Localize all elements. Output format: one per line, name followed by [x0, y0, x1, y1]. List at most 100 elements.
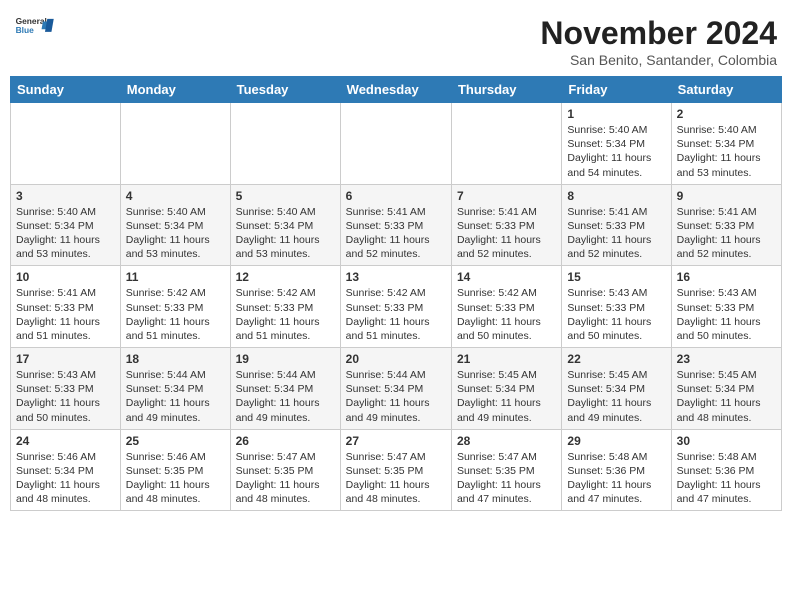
logo-svg: General Blue [15, 15, 55, 37]
day-number: 9 [677, 189, 776, 203]
day-info: Sunrise: 5:47 AM Sunset: 5:35 PM Dayligh… [346, 450, 446, 507]
day-number: 22 [567, 352, 665, 366]
day-number: 12 [236, 270, 335, 284]
day-cell: 27 Sunrise: 5:47 AM Sunset: 5:35 PM Dayli… [340, 429, 451, 511]
day-info: Sunrise: 5:41 AM Sunset: 5:33 PM Dayligh… [16, 286, 115, 343]
day-info: Sunrise: 5:43 AM Sunset: 5:33 PM Dayligh… [677, 286, 776, 343]
day-info: Sunrise: 5:40 AM Sunset: 5:34 PM Dayligh… [677, 123, 776, 180]
day-info: Sunrise: 5:41 AM Sunset: 5:33 PM Dayligh… [567, 205, 665, 262]
day-info: Sunrise: 5:46 AM Sunset: 5:34 PM Dayligh… [16, 450, 115, 507]
day-number: 27 [346, 434, 446, 448]
col-header-monday: Monday [120, 77, 230, 103]
day-cell: 11 Sunrise: 5:42 AM Sunset: 5:33 PM Dayli… [120, 266, 230, 348]
day-info: Sunrise: 5:40 AM Sunset: 5:34 PM Dayligh… [126, 205, 225, 262]
day-cell [340, 103, 451, 185]
day-info: Sunrise: 5:45 AM Sunset: 5:34 PM Dayligh… [677, 368, 776, 425]
day-cell: 10 Sunrise: 5:41 AM Sunset: 5:33 PM Dayli… [11, 266, 121, 348]
day-cell: 18 Sunrise: 5:44 AM Sunset: 5:34 PM Dayli… [120, 348, 230, 430]
day-cell: 24 Sunrise: 5:46 AM Sunset: 5:34 PM Dayli… [11, 429, 121, 511]
day-info: Sunrise: 5:42 AM Sunset: 5:33 PM Dayligh… [126, 286, 225, 343]
day-cell: 16 Sunrise: 5:43 AM Sunset: 5:33 PM Dayli… [671, 266, 781, 348]
day-cell [120, 103, 230, 185]
day-cell: 6 Sunrise: 5:41 AM Sunset: 5:33 PM Daylig… [340, 184, 451, 266]
day-info: Sunrise: 5:42 AM Sunset: 5:33 PM Dayligh… [457, 286, 556, 343]
day-cell [230, 103, 340, 185]
day-info: Sunrise: 5:42 AM Sunset: 5:33 PM Dayligh… [346, 286, 446, 343]
day-number: 4 [126, 189, 225, 203]
day-cell: 30 Sunrise: 5:48 AM Sunset: 5:36 PM Dayli… [671, 429, 781, 511]
col-header-tuesday: Tuesday [230, 77, 340, 103]
day-number: 10 [16, 270, 115, 284]
col-header-wednesday: Wednesday [340, 77, 451, 103]
day-number: 13 [346, 270, 446, 284]
day-info: Sunrise: 5:40 AM Sunset: 5:34 PM Dayligh… [567, 123, 665, 180]
day-cell: 14 Sunrise: 5:42 AM Sunset: 5:33 PM Dayli… [451, 266, 561, 348]
day-number: 2 [677, 107, 776, 121]
day-number: 11 [126, 270, 225, 284]
day-cell: 19 Sunrise: 5:44 AM Sunset: 5:34 PM Dayli… [230, 348, 340, 430]
day-cell: 12 Sunrise: 5:42 AM Sunset: 5:33 PM Dayli… [230, 266, 340, 348]
day-cell: 15Sunrise: 5:43 AM Sunset: 5:33 PM Dayli… [562, 266, 671, 348]
day-number: 1 [567, 107, 665, 121]
day-info: Sunrise: 5:43 AM Sunset: 5:33 PM Dayligh… [16, 368, 115, 425]
day-info: Sunrise: 5:40 AM Sunset: 5:34 PM Dayligh… [236, 205, 335, 262]
day-info: Sunrise: 5:48 AM Sunset: 5:36 PM Dayligh… [567, 450, 665, 507]
day-cell [11, 103, 121, 185]
day-cell: 22 Sunrise: 5:45 AM Sunset: 5:34 PM Dayli… [562, 348, 671, 430]
day-cell: 23 Sunrise: 5:45 AM Sunset: 5:34 PM Dayli… [671, 348, 781, 430]
day-number: 5 [236, 189, 335, 203]
day-number: 30 [677, 434, 776, 448]
day-cell: 25 Sunrise: 5:46 AM Sunset: 5:35 PM Dayli… [120, 429, 230, 511]
header: General Blue November 2024 San Benito, S… [10, 10, 782, 68]
col-header-saturday: Saturday [671, 77, 781, 103]
day-cell: 21Sunrise: 5:45 AM Sunset: 5:34 PM Dayli… [451, 348, 561, 430]
day-info: Sunrise: 5:48 AM Sunset: 5:36 PM Dayligh… [677, 450, 776, 507]
day-info: Sunrise: 5:44 AM Sunset: 5:34 PM Dayligh… [126, 368, 225, 425]
day-number: 26 [236, 434, 335, 448]
day-cell: 3Sunrise: 5:40 AM Sunset: 5:34 PM Daylig… [11, 184, 121, 266]
calendar-header-row: SundayMondayTuesdayWednesdayThursdayFrid… [11, 77, 782, 103]
day-cell: 2 Sunrise: 5:40 AM Sunset: 5:34 PM Daylig… [671, 103, 781, 185]
day-cell: 17 Sunrise: 5:43 AM Sunset: 5:33 PM Dayli… [11, 348, 121, 430]
day-cell: 26 Sunrise: 5:47 AM Sunset: 5:35 PM Dayli… [230, 429, 340, 511]
day-info: Sunrise: 5:45 AM Sunset: 5:34 PM Dayligh… [457, 368, 556, 425]
day-cell: 4 Sunrise: 5:40 AM Sunset: 5:34 PM Daylig… [120, 184, 230, 266]
day-number: 23 [677, 352, 776, 366]
week-row-2: 10 Sunrise: 5:41 AM Sunset: 5:33 PM Dayli… [11, 266, 782, 348]
day-number: 6 [346, 189, 446, 203]
week-row-3: 17 Sunrise: 5:43 AM Sunset: 5:33 PM Dayli… [11, 348, 782, 430]
day-info: Sunrise: 5:44 AM Sunset: 5:34 PM Dayligh… [236, 368, 335, 425]
day-number: 20 [346, 352, 446, 366]
week-row-4: 24 Sunrise: 5:46 AM Sunset: 5:34 PM Dayli… [11, 429, 782, 511]
day-number: 28 [457, 434, 556, 448]
day-number: 7 [457, 189, 556, 203]
day-cell: 1 Sunrise: 5:40 AM Sunset: 5:34 PM Daylig… [562, 103, 671, 185]
day-info: Sunrise: 5:45 AM Sunset: 5:34 PM Dayligh… [567, 368, 665, 425]
day-cell: 28Sunrise: 5:47 AM Sunset: 5:35 PM Dayli… [451, 429, 561, 511]
week-row-1: 3Sunrise: 5:40 AM Sunset: 5:34 PM Daylig… [11, 184, 782, 266]
title-area: November 2024 San Benito, Santander, Col… [540, 15, 777, 68]
day-info: Sunrise: 5:40 AM Sunset: 5:34 PM Dayligh… [16, 205, 115, 262]
day-number: 17 [16, 352, 115, 366]
day-info: Sunrise: 5:46 AM Sunset: 5:35 PM Dayligh… [126, 450, 225, 507]
day-info: Sunrise: 5:47 AM Sunset: 5:35 PM Dayligh… [236, 450, 335, 507]
day-info: Sunrise: 5:43 AM Sunset: 5:33 PM Dayligh… [567, 286, 665, 343]
day-number: 24 [16, 434, 115, 448]
week-row-0: 1 Sunrise: 5:40 AM Sunset: 5:34 PM Daylig… [11, 103, 782, 185]
day-number: 16 [677, 270, 776, 284]
day-info: Sunrise: 5:41 AM Sunset: 5:33 PM Dayligh… [457, 205, 556, 262]
day-number: 14 [457, 270, 556, 284]
day-number: 18 [126, 352, 225, 366]
day-info: Sunrise: 5:41 AM Sunset: 5:33 PM Dayligh… [346, 205, 446, 262]
day-info: Sunrise: 5:42 AM Sunset: 5:33 PM Dayligh… [236, 286, 335, 343]
day-number: 19 [236, 352, 335, 366]
day-cell: 5 Sunrise: 5:40 AM Sunset: 5:34 PM Daylig… [230, 184, 340, 266]
day-cell: 29Sunrise: 5:48 AM Sunset: 5:36 PM Dayli… [562, 429, 671, 511]
day-info: Sunrise: 5:41 AM Sunset: 5:33 PM Dayligh… [677, 205, 776, 262]
col-header-sunday: Sunday [11, 77, 121, 103]
month-year: November 2024 [540, 15, 777, 52]
day-cell: 13 Sunrise: 5:42 AM Sunset: 5:33 PM Dayli… [340, 266, 451, 348]
day-number: 25 [126, 434, 225, 448]
day-cell: 20 Sunrise: 5:44 AM Sunset: 5:34 PM Dayli… [340, 348, 451, 430]
day-info: Sunrise: 5:44 AM Sunset: 5:34 PM Dayligh… [346, 368, 446, 425]
